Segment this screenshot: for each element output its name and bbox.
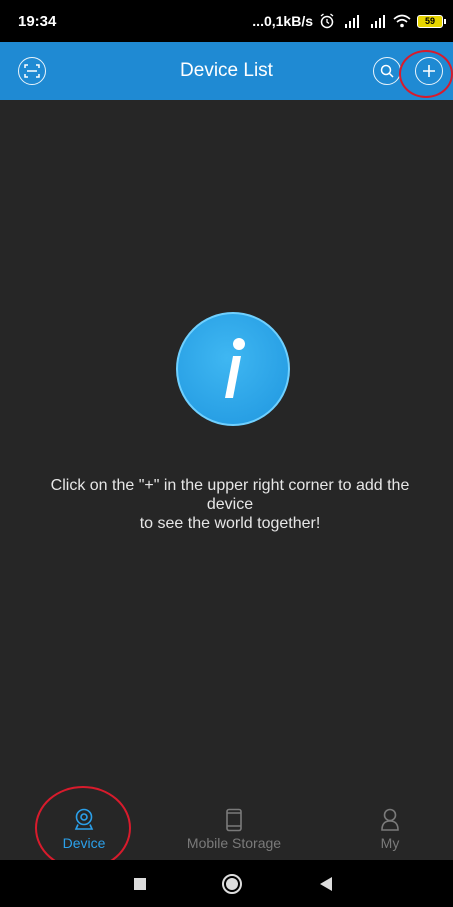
battery-level: 59: [424, 16, 435, 26]
home-button[interactable]: [220, 872, 244, 896]
alarm-icon: [320, 13, 334, 29]
status-bar: 19:34 ...0,1kB/s 59: [0, 0, 453, 42]
page-title: Device List: [180, 60, 273, 81]
device-list-empty: Click on the "+" in the upper right corn…: [0, 100, 453, 802]
app-header: Device List: [0, 42, 453, 100]
tab-label: My: [380, 835, 400, 851]
back-triangle-icon: [320, 877, 332, 891]
tab-label: Mobile Storage: [186, 835, 282, 851]
scan-button[interactable]: [18, 57, 46, 85]
status-icons: ...0,1kB/s 59: [252, 13, 446, 29]
status-time: 19:34: [18, 12, 57, 30]
empty-message: Click on the "+" in the upper right corn…: [50, 477, 410, 532]
search-button[interactable]: [373, 57, 401, 85]
battery-icon: 59: [417, 14, 446, 28]
network-speed: ...0,1kB/s: [252, 13, 313, 29]
info-icon: [176, 312, 290, 426]
recent-apps-button[interactable]: [128, 872, 152, 896]
annotation-circle: [35, 786, 131, 870]
scan-icon: [24, 64, 40, 78]
tab-mobile-storage[interactable]: Mobile Storage: [175, 808, 293, 860]
square-icon: [134, 878, 146, 890]
signal-icon: [371, 15, 385, 28]
back-button[interactable]: [314, 872, 338, 896]
circle-icon: [222, 874, 242, 894]
signal-icon: [345, 15, 359, 28]
wifi-icon: [393, 14, 411, 28]
phone-icon: [226, 808, 242, 832]
tab-my[interactable]: My: [360, 808, 420, 860]
system-nav-bar: [0, 860, 453, 907]
person-icon: [381, 808, 399, 831]
annotation-circle: [399, 50, 453, 98]
search-icon: [380, 64, 394, 78]
